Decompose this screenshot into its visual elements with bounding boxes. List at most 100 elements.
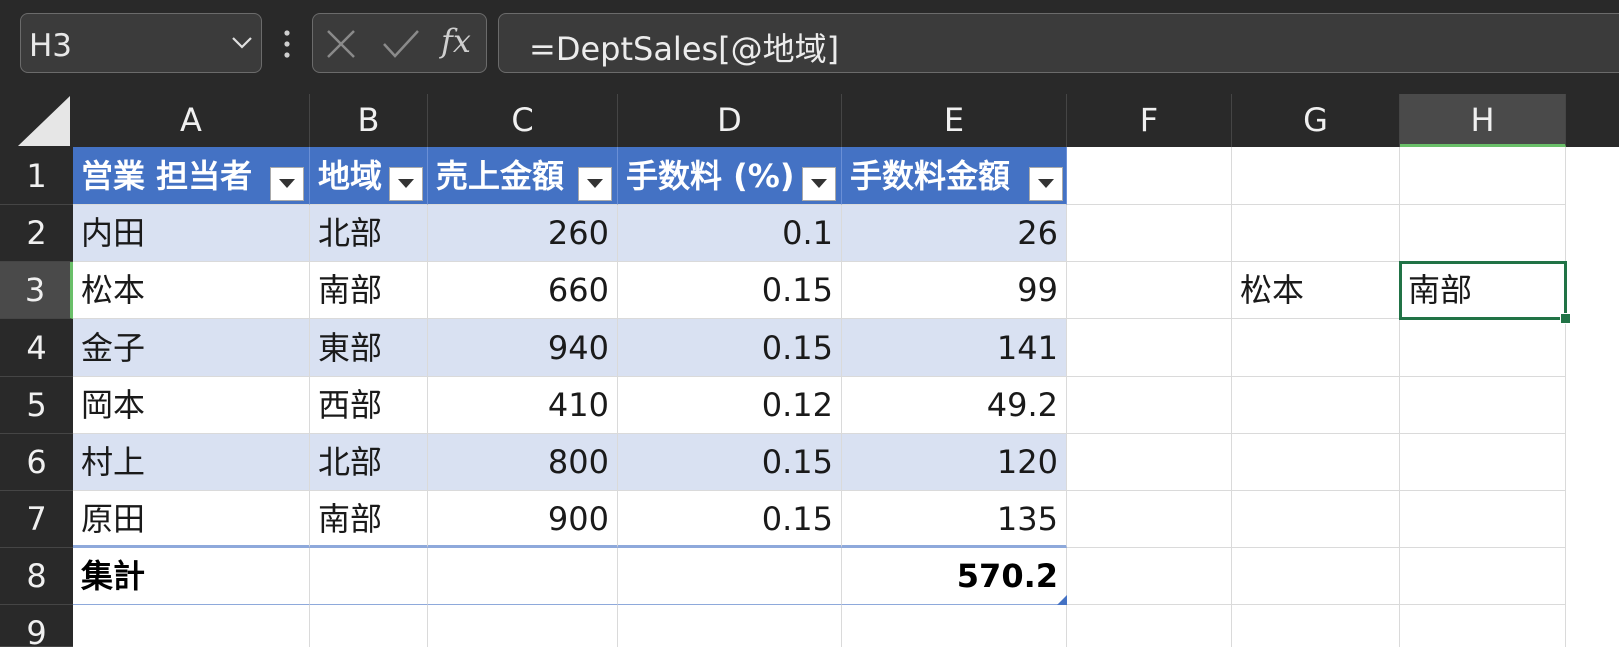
column-header-a[interactable]: A (73, 94, 310, 147)
row-header-2[interactable]: 2 (0, 205, 73, 262)
table-cell[interactable]: 410 (428, 377, 618, 434)
filter-dropdown-button[interactable] (1029, 167, 1063, 201)
table-cell[interactable]: 松本 (73, 262, 310, 319)
formula-input[interactable]: =DeptSales[@地域] (498, 13, 1619, 73)
cell[interactable] (1067, 319, 1232, 377)
cell[interactable] (1067, 434, 1232, 491)
column-header-d[interactable]: D (618, 94, 842, 147)
name-box[interactable]: H3 (20, 13, 262, 73)
select-all-button[interactable] (0, 94, 73, 147)
cell[interactable] (842, 605, 1067, 647)
cell[interactable] (73, 605, 310, 647)
cell[interactable] (1400, 605, 1566, 647)
table-cell[interactable]: 村上 (73, 434, 310, 491)
filter-dropdown-button[interactable] (578, 167, 612, 201)
table-cell[interactable] (428, 548, 618, 605)
cell[interactable] (1232, 434, 1400, 491)
table-cell[interactable]: 260 (428, 205, 618, 262)
table-cell[interactable]: 東部 (310, 319, 428, 377)
cell[interactable] (618, 605, 842, 647)
cell[interactable] (1232, 319, 1400, 377)
cell[interactable] (1067, 548, 1232, 605)
worksheet-grid[interactable]: 営業 担当者 地域 売上金額 手数料 (%) 手数料金額 内田 北部 260 0… (73, 147, 1619, 647)
column-header-h[interactable]: H (1400, 94, 1566, 147)
table-cell[interactable]: 26 (842, 205, 1067, 262)
cell[interactable] (1400, 491, 1566, 548)
table-cell[interactable] (618, 548, 842, 605)
table-cell[interactable]: 南部 (310, 491, 428, 548)
table-resize-handle-icon[interactable] (1057, 595, 1067, 605)
table-cell[interactable]: 900 (428, 491, 618, 548)
table-cell[interactable]: 0.12 (618, 377, 842, 434)
cell[interactable] (1400, 548, 1566, 605)
cell-g3[interactable]: 松本 (1232, 262, 1400, 319)
cell[interactable] (1067, 205, 1232, 262)
cell[interactable] (1232, 205, 1400, 262)
table-cell[interactable] (310, 548, 428, 605)
row-header-3[interactable]: 3 (0, 262, 73, 319)
cell[interactable] (1400, 147, 1566, 205)
total-label-cell[interactable]: 集計 (73, 548, 310, 605)
row-header-1[interactable]: 1 (0, 147, 73, 205)
cell[interactable] (1067, 262, 1232, 319)
cancel-icon[interactable] (325, 28, 357, 60)
table-cell[interactable]: 141 (842, 319, 1067, 377)
chevron-down-icon[interactable] (231, 36, 253, 50)
cell[interactable] (1232, 377, 1400, 434)
insert-function-icon[interactable]: fx (441, 22, 471, 60)
row-header-9[interactable]: 9 (0, 605, 73, 647)
table-cell[interactable]: 西部 (310, 377, 428, 434)
table-cell[interactable]: 800 (428, 434, 618, 491)
row-header-4[interactable]: 4 (0, 319, 73, 377)
table-cell[interactable]: 660 (428, 262, 618, 319)
fill-handle[interactable] (1560, 313, 1571, 324)
cell[interactable] (1232, 548, 1400, 605)
table-cell[interactable]: 内田 (73, 205, 310, 262)
cell[interactable] (1067, 147, 1232, 205)
cell[interactable] (1400, 205, 1566, 262)
column-header-e[interactable]: E (842, 94, 1067, 147)
table-cell[interactable]: 940 (428, 319, 618, 377)
table-cell[interactable]: 原田 (73, 491, 310, 548)
cell[interactable] (1067, 491, 1232, 548)
table-cell[interactable]: 金子 (73, 319, 310, 377)
cell[interactable] (1232, 605, 1400, 647)
cell[interactable] (1067, 377, 1232, 434)
table-cell[interactable]: 99 (842, 262, 1067, 319)
table-cell[interactable]: 北部 (310, 434, 428, 491)
filter-dropdown-button[interactable] (389, 167, 423, 201)
cell[interactable] (1067, 605, 1232, 647)
row-header-7[interactable]: 7 (0, 491, 73, 548)
cell[interactable] (1400, 377, 1566, 434)
cell[interactable] (1400, 319, 1566, 377)
filter-dropdown-button[interactable] (270, 167, 304, 201)
cell[interactable] (1400, 434, 1566, 491)
table-cell[interactable]: 135 (842, 491, 1067, 548)
filter-dropdown-button[interactable] (802, 167, 836, 201)
table-cell[interactable]: 0.15 (618, 319, 842, 377)
cell[interactable] (428, 605, 618, 647)
table-cell[interactable]: 0.1 (618, 205, 842, 262)
column-header-f[interactable]: F (1067, 94, 1232, 147)
cell[interactable] (310, 605, 428, 647)
more-options-icon[interactable] (279, 28, 295, 60)
table-cell[interactable]: 岡本 (73, 377, 310, 434)
table-cell[interactable]: 120 (842, 434, 1067, 491)
table-cell[interactable]: 0.15 (618, 434, 842, 491)
total-value-cell[interactable]: 570.2 (842, 548, 1067, 605)
column-header-g[interactable]: G (1232, 94, 1400, 147)
column-header-b[interactable]: B (310, 94, 428, 147)
cell[interactable] (1232, 491, 1400, 548)
row-header-5[interactable]: 5 (0, 377, 73, 434)
column-header-c[interactable]: C (428, 94, 618, 147)
row-header-8[interactable]: 8 (0, 548, 73, 605)
table-cell[interactable]: 北部 (310, 205, 428, 262)
formula-text: =DeptSales[@地域] (529, 30, 840, 68)
table-cell[interactable]: 0.15 (618, 262, 842, 319)
table-cell[interactable]: 0.15 (618, 491, 842, 548)
table-cell[interactable]: 南部 (310, 262, 428, 319)
cell[interactable] (1232, 147, 1400, 205)
table-cell[interactable]: 49.2 (842, 377, 1067, 434)
enter-check-icon[interactable] (381, 28, 421, 60)
row-header-6[interactable]: 6 (0, 434, 73, 491)
